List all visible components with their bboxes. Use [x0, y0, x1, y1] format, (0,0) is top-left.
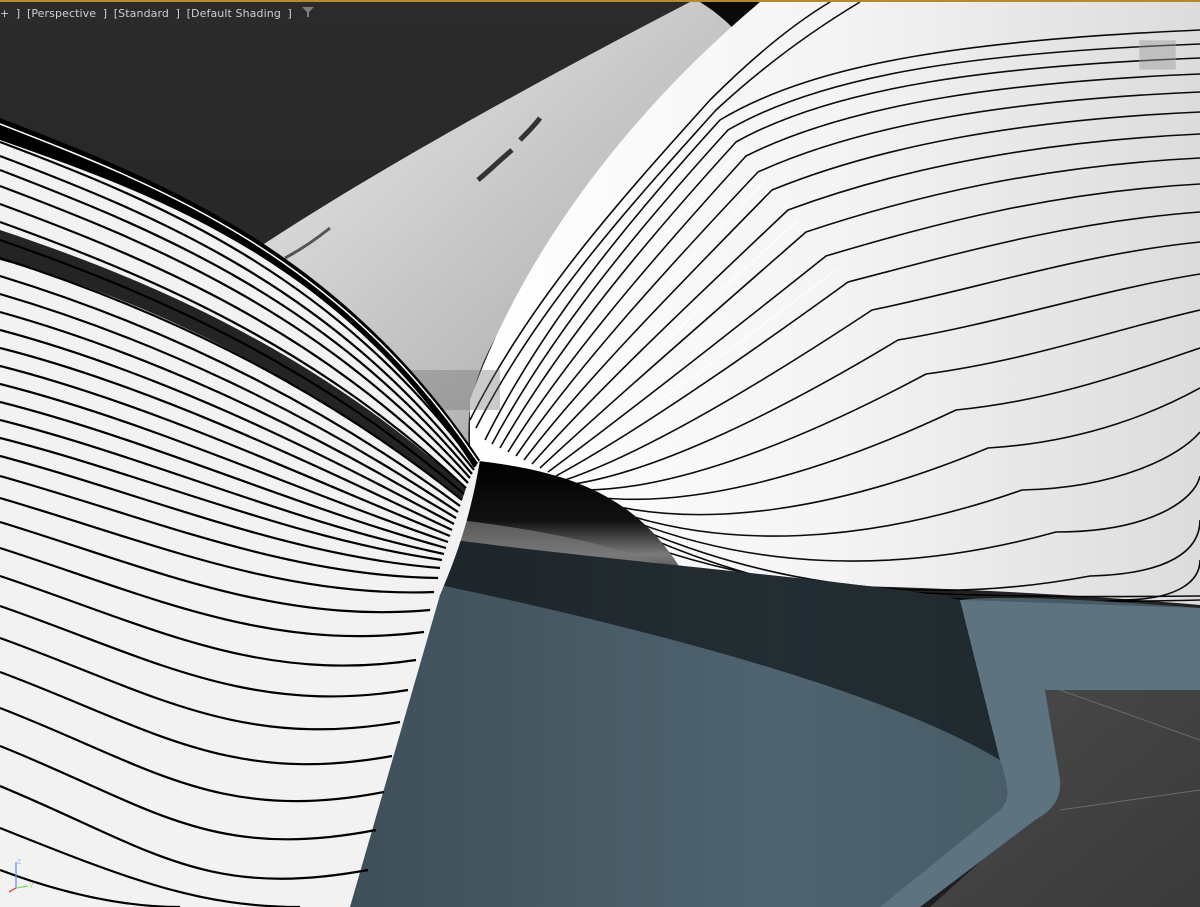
filter-icon[interactable]	[301, 6, 314, 21]
camera-mode-menu[interactable]: [Standard ]	[114, 7, 180, 20]
viewport-label-bar: + ] [Perspective ] [Standard ] [Default …	[0, 6, 317, 21]
viewport-active-border	[0, 0, 1200, 2]
axis-label-z: z	[17, 857, 21, 866]
axis-gizmo-icon: z y	[8, 857, 34, 893]
scene-render	[0, 0, 1200, 907]
point-of-view-menu[interactable]: [Perspective ]	[27, 7, 107, 20]
perspective-viewport[interactable]: + ] [Perspective ] [Standard ] [Default …	[0, 0, 1200, 907]
axis-label-y: y	[29, 880, 34, 889]
viewport-general-menu[interactable]: + ]	[0, 7, 20, 20]
shading-menu[interactable]: [Default Shading ]	[187, 7, 292, 20]
viewcube-icon[interactable]	[1139, 40, 1176, 70]
